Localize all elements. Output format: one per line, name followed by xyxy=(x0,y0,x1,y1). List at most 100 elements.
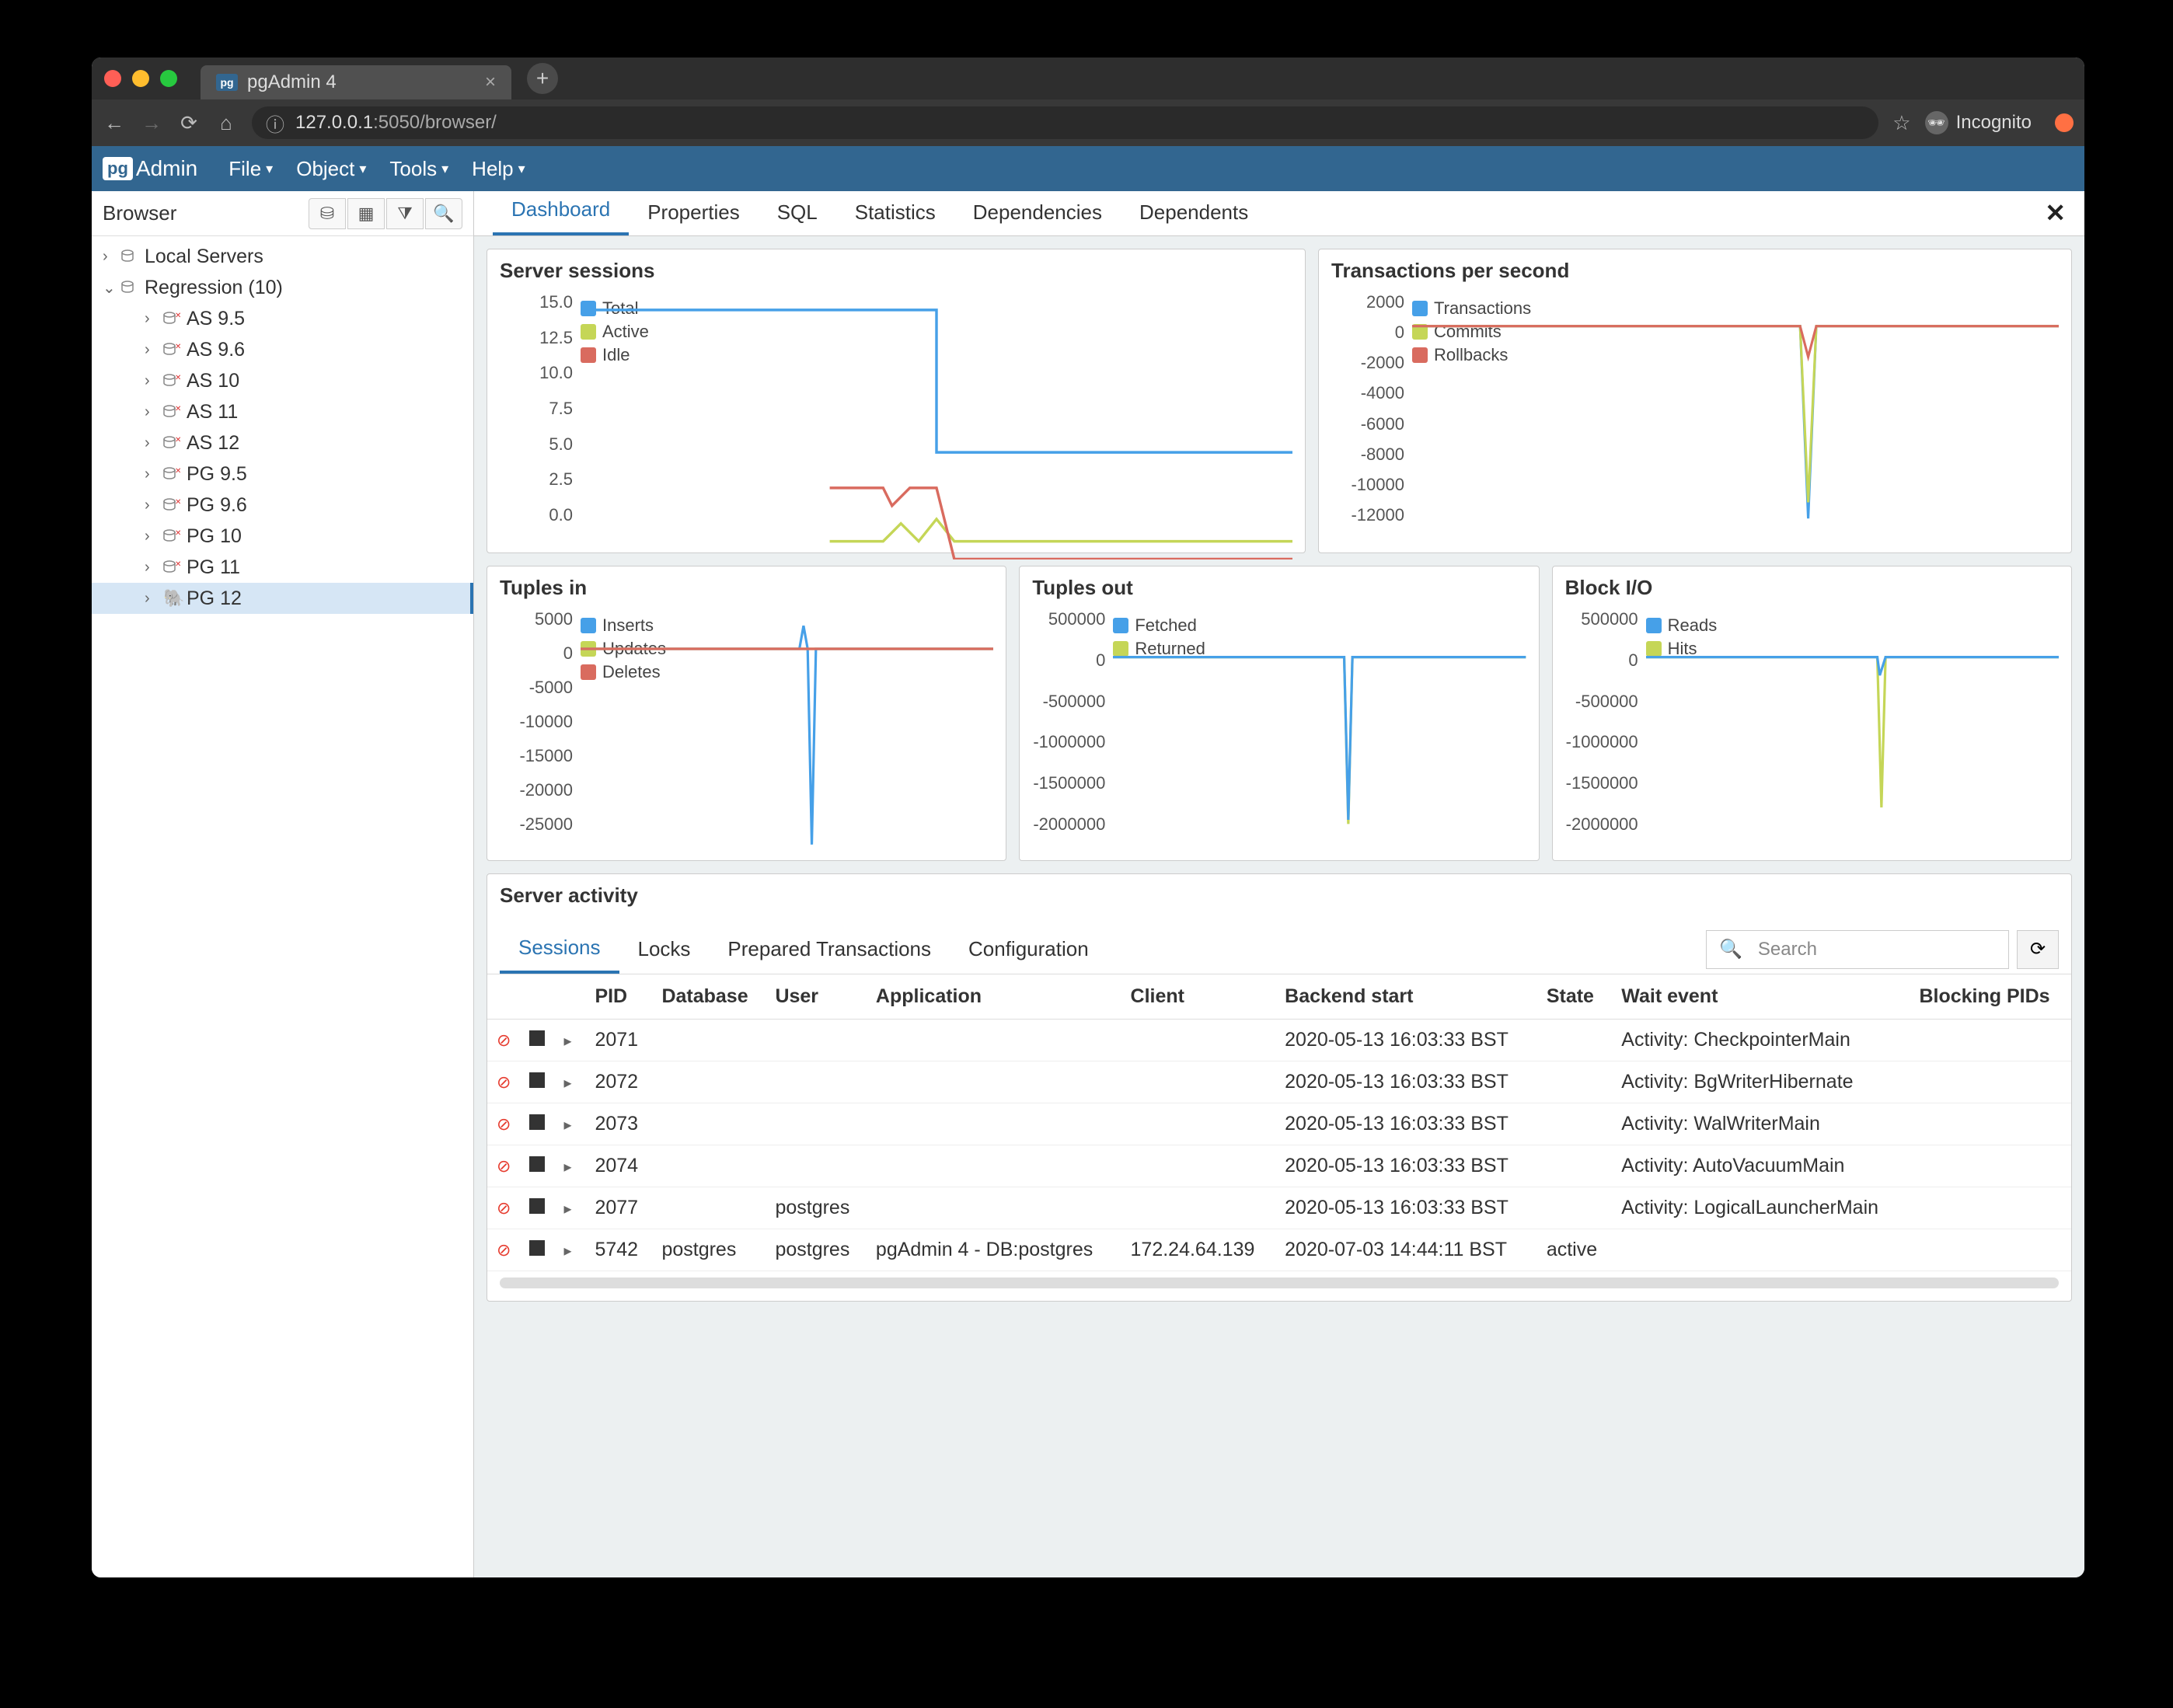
tree-server[interactable]: ›✕PG 9.6 xyxy=(92,490,473,521)
tree-server[interactable]: ›✕AS 9.6 xyxy=(92,334,473,365)
cancel-icon[interactable]: ⊘ xyxy=(497,1198,511,1218)
tree-server[interactable]: ›🐘PG 12 xyxy=(92,583,473,614)
tree-server[interactable]: ›✕AS 11 xyxy=(92,396,473,427)
expand-icon[interactable]: ▸ xyxy=(563,1159,571,1176)
terminate-icon[interactable] xyxy=(529,1030,545,1046)
session-row[interactable]: ⊘ ▸ 20732020-05-13 16:03:33 BSTActivity:… xyxy=(487,1103,2071,1145)
back-icon[interactable]: ← xyxy=(103,111,126,135)
tree-group[interactable]: ⌄Regression (10) xyxy=(92,272,473,303)
refresh-button[interactable]: ⟳ xyxy=(2017,930,2059,969)
cancel-icon[interactable]: ⊘ xyxy=(497,1114,511,1134)
bookmark-icon[interactable]: ☆ xyxy=(1892,111,1910,135)
view-data-button[interactable]: ▦ xyxy=(347,198,385,229)
col-header[interactable]: State xyxy=(1537,974,1612,1020)
chevron-down-icon: ▾ xyxy=(266,161,273,177)
y-axis: 20000-2000-4000-6000-8000-10000-12000 xyxy=(1327,292,1404,525)
cancel-icon[interactable]: ⊘ xyxy=(497,1072,511,1092)
url-field[interactable]: ⓘ 127.0.0.1 :5050 /browser/ xyxy=(252,106,1878,139)
extension-badge[interactable] xyxy=(2055,113,2074,132)
y-axis: 50000-5000-10000-15000-20000-25000 xyxy=(495,609,573,835)
window-controls xyxy=(104,70,177,87)
filter-button[interactable]: ⧩ xyxy=(386,198,424,229)
activity-tab-configuration[interactable]: Configuration xyxy=(950,926,1107,972)
session-row[interactable]: ⊘ ▸ 20712020-05-13 16:03:33 BSTActivity:… xyxy=(487,1020,2071,1061)
sidebar-title: Browser xyxy=(103,201,309,225)
reload-icon[interactable]: ⟳ xyxy=(177,111,201,135)
expand-icon[interactable]: ▸ xyxy=(563,1033,571,1050)
tree-server[interactable]: ›✕PG 9.5 xyxy=(92,458,473,490)
menu-help[interactable]: Help▾ xyxy=(472,157,525,181)
new-tab-button[interactable]: + xyxy=(527,63,558,94)
main-tab-sql[interactable]: SQL xyxy=(759,191,836,235)
col-header[interactable]: Backend start xyxy=(1275,974,1537,1020)
session-row[interactable]: ⊘ ▸ 20742020-05-13 16:03:33 BSTActivity:… xyxy=(487,1145,2071,1187)
site-info-icon[interactable]: ⓘ xyxy=(266,110,284,137)
col-header[interactable]: PID xyxy=(585,974,652,1020)
main-tab-properties[interactable]: Properties xyxy=(629,191,759,235)
svg-text:✕: ✕ xyxy=(175,405,181,413)
close-window-button[interactable] xyxy=(104,70,121,87)
session-row[interactable]: ⊘ ▸ 20722020-05-13 16:03:33 BSTActivity:… xyxy=(487,1061,2071,1103)
main-tab-dashboard[interactable]: Dashboard xyxy=(493,191,629,235)
cancel-icon[interactable]: ⊘ xyxy=(497,1240,511,1260)
terminate-icon[interactable] xyxy=(529,1072,545,1088)
expand-icon[interactable]: ▸ xyxy=(563,1075,571,1092)
activity-search[interactable]: 🔍 Search xyxy=(1706,930,2009,969)
svg-text:✕: ✕ xyxy=(175,560,181,569)
forward-icon[interactable]: → xyxy=(140,111,163,135)
y-axis: 5000000-500000-1000000-1500000-2000000 xyxy=(1027,609,1105,835)
col-header[interactable]: Database xyxy=(652,974,766,1020)
terminate-icon[interactable] xyxy=(529,1156,545,1172)
tree-server[interactable]: ›✕PG 11 xyxy=(92,552,473,583)
activity-tab-sessions[interactable]: Sessions xyxy=(500,925,619,974)
col-header[interactable]: User xyxy=(766,974,866,1020)
url-port: :5050 xyxy=(373,112,420,134)
query-tool-button[interactable]: ⛁ xyxy=(309,198,346,229)
col-header[interactable]: Blocking PIDs xyxy=(1910,974,2071,1020)
terminate-icon[interactable] xyxy=(529,1114,545,1130)
main-tab-dependents[interactable]: Dependents xyxy=(1121,191,1267,235)
col-header[interactable]: Application xyxy=(867,974,1121,1020)
col-header[interactable]: Client xyxy=(1121,974,1276,1020)
home-icon[interactable]: ⌂ xyxy=(215,111,238,135)
minimize-window-button[interactable] xyxy=(132,70,149,87)
main-menu: File▾ Object▾ Tools▾ Help▾ xyxy=(228,157,525,181)
expand-icon[interactable]: ▸ xyxy=(563,1243,571,1260)
cancel-icon[interactable]: ⊘ xyxy=(497,1030,511,1050)
menu-tools[interactable]: Tools▾ xyxy=(389,157,448,181)
maximize-window-button[interactable] xyxy=(160,70,177,87)
session-row[interactable]: ⊘ ▸ 2077postgres2020-05-13 16:03:33 BSTA… xyxy=(487,1187,2071,1229)
main-tab-dependencies[interactable]: Dependencies xyxy=(954,191,1121,235)
chevron-down-icon: ▾ xyxy=(518,161,525,177)
logo-text: Admin xyxy=(136,156,197,181)
expand-icon[interactable]: ▸ xyxy=(563,1201,571,1218)
server-sessions-panel: Server sessions 15.012.510.07.55.02.50.0… xyxy=(487,249,1306,553)
close-panel-icon[interactable]: ✕ xyxy=(2045,198,2066,235)
tree-server[interactable]: ›✕AS 10 xyxy=(92,365,473,396)
tree-server[interactable]: ›✕PG 10 xyxy=(92,521,473,552)
menu-object[interactable]: Object▾ xyxy=(296,157,366,181)
incognito-badge[interactable]: 🕶 Incognito xyxy=(1925,111,2032,134)
col-header[interactable]: Wait event xyxy=(1612,974,1910,1020)
panel-title: Server activity xyxy=(487,874,2071,917)
tree-group[interactable]: ›Local Servers xyxy=(92,241,473,272)
main-tab-statistics[interactable]: Statistics xyxy=(836,191,954,235)
terminate-icon[interactable] xyxy=(529,1240,545,1256)
browser-tab[interactable]: pg pgAdmin 4 × xyxy=(201,65,511,99)
tree-server[interactable]: ›✕AS 12 xyxy=(92,427,473,458)
tree-server[interactable]: ›✕AS 9.5 xyxy=(92,303,473,334)
address-bar: ← → ⟳ ⌂ ⓘ 127.0.0.1 :5050 /browser/ ☆ 🕶 … xyxy=(92,99,2084,146)
session-row[interactable]: ⊘ ▸ 5742postgrespostgrespgAdmin 4 - DB:p… xyxy=(487,1229,2071,1271)
terminate-icon[interactable] xyxy=(529,1198,545,1214)
search-button[interactable]: 🔍 xyxy=(425,198,462,229)
pgadmin-logo[interactable]: pg Admin xyxy=(103,156,197,181)
activity-tab-prepared-transactions[interactable]: Prepared Transactions xyxy=(709,926,950,972)
cancel-icon[interactable]: ⊘ xyxy=(497,1156,511,1176)
server-tree[interactable]: ›Local Servers⌄Regression (10)›✕AS 9.5›✕… xyxy=(92,236,473,1577)
close-tab-icon[interactable]: × xyxy=(485,71,496,93)
expand-icon[interactable]: ▸ xyxy=(563,1117,571,1134)
menu-file[interactable]: File▾ xyxy=(228,157,273,181)
activity-tab-locks[interactable]: Locks xyxy=(619,926,710,972)
horizontal-scrollbar[interactable] xyxy=(500,1278,2059,1288)
url-host: 127.0.0.1 xyxy=(295,112,373,134)
